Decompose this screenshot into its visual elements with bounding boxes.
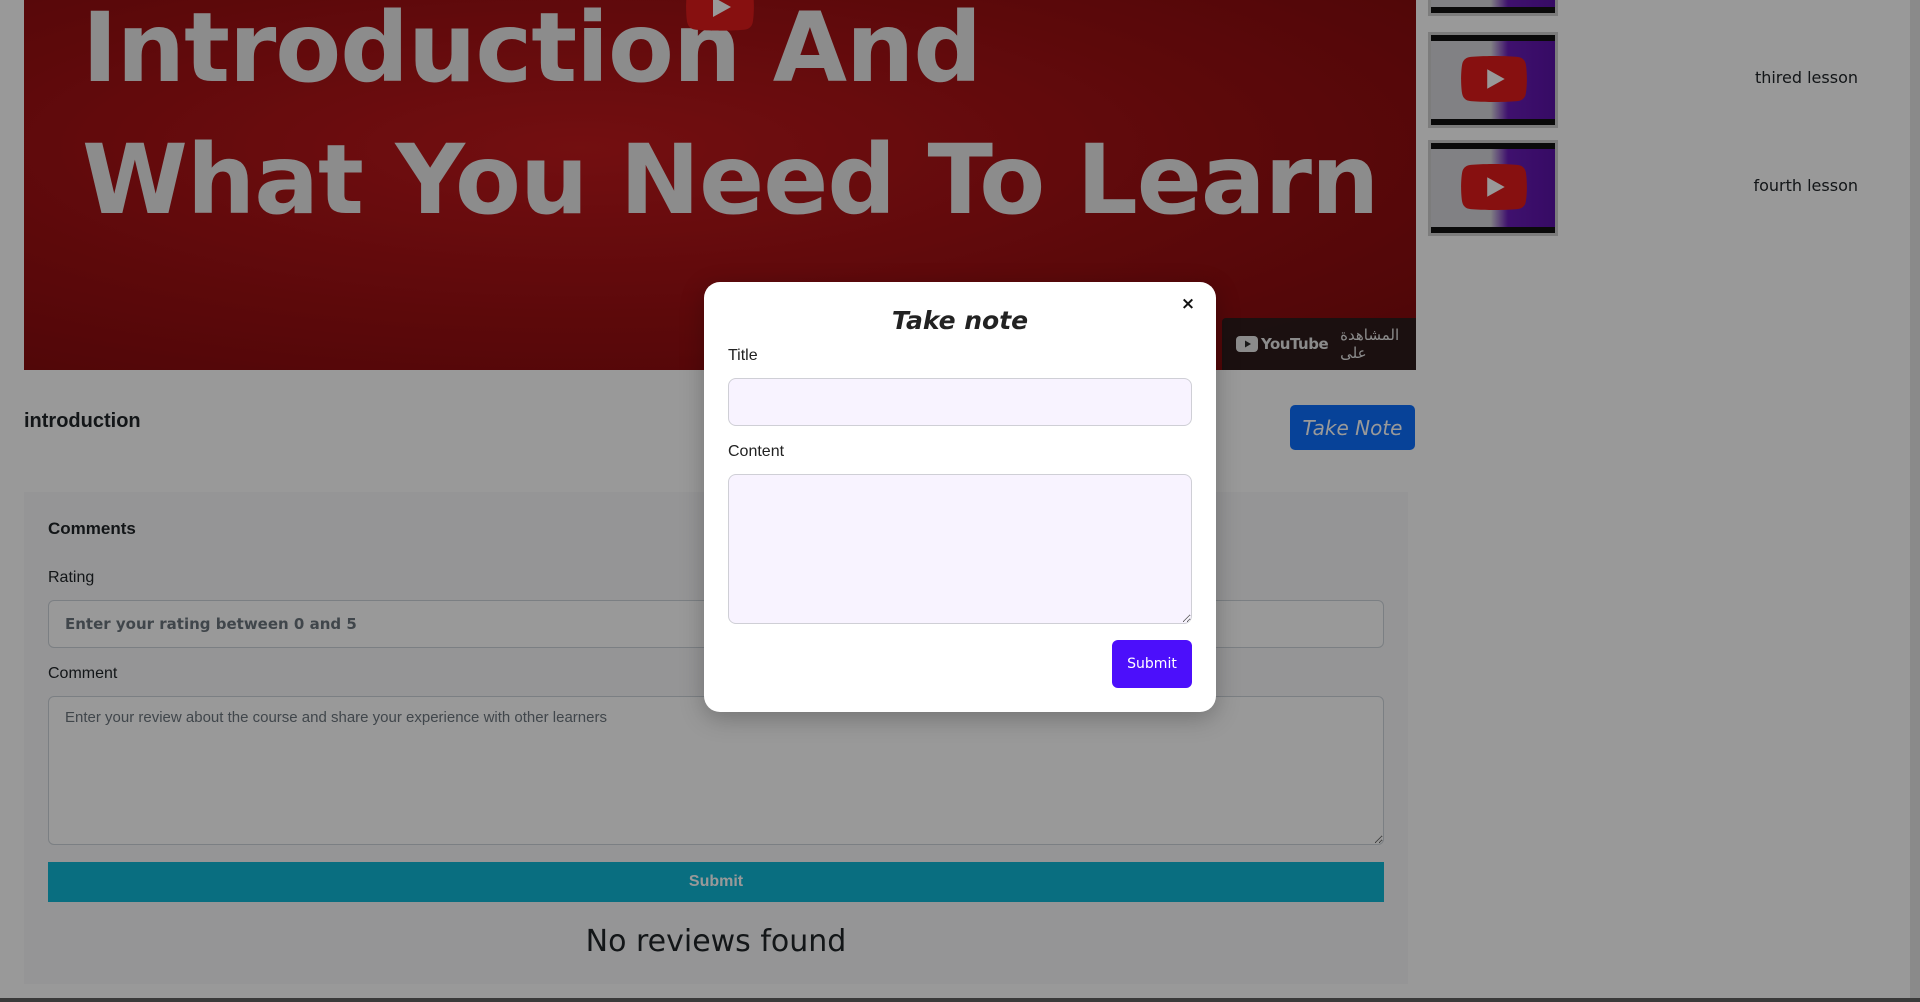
take-note-modal: Take note × Title Content Submit — [704, 282, 1216, 712]
note-content-label: Content — [728, 443, 785, 460]
close-icon[interactable]: × — [1178, 294, 1198, 314]
note-submit-button[interactable]: Submit — [1112, 640, 1192, 688]
modal-title: Take note — [891, 306, 1029, 335]
window-bottom-edge — [0, 998, 1920, 1002]
note-title-label: Title — [728, 347, 758, 364]
note-content-textarea[interactable] — [728, 474, 1192, 624]
note-title-input[interactable] — [728, 378, 1192, 426]
